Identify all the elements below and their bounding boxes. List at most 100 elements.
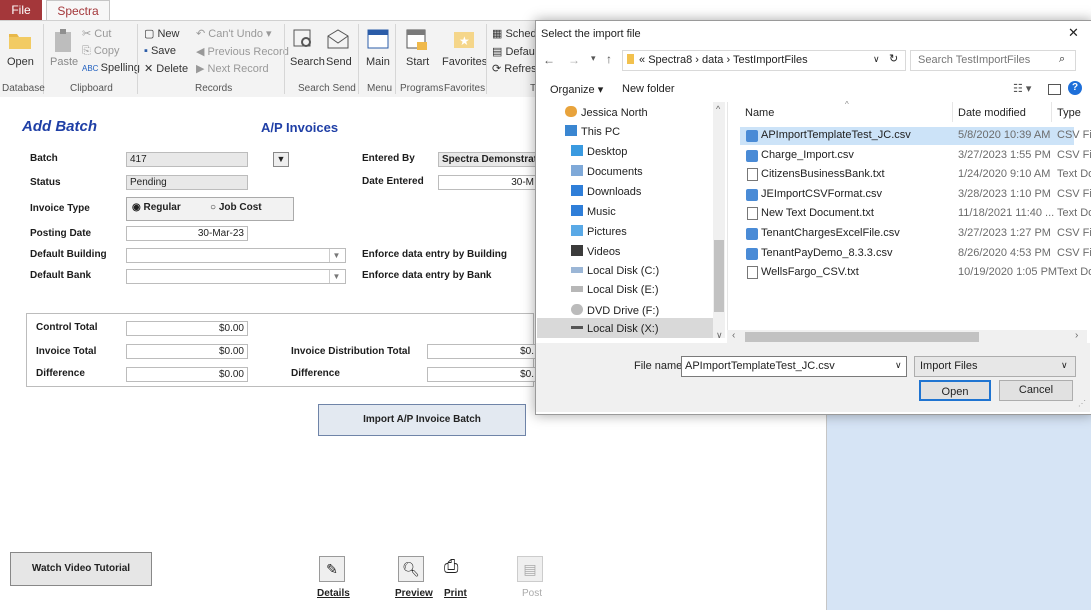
job-cost-radio[interactable]: ○ Job Cost bbox=[210, 202, 262, 213]
file-row[interactable]: JEImportCSVFormat.csv 3/28/2023 1:10 PM CS… bbox=[740, 188, 1091, 203]
organize-button[interactable]: Organize ▾ bbox=[550, 83, 603, 96]
open-button[interactable]: Open bbox=[7, 56, 34, 68]
nav-item-music[interactable]: Music bbox=[571, 205, 616, 218]
post-icon[interactable]: ▤ bbox=[517, 556, 543, 582]
refresh-button[interactable]: ⟳ Refres bbox=[492, 62, 537, 75]
cancel-button[interactable]: Cancel bbox=[999, 380, 1073, 401]
open-button[interactable]: Open bbox=[919, 380, 991, 401]
resize-grip-icon[interactable]: ⋰ bbox=[1078, 399, 1086, 408]
nav-item-documents[interactable]: Documents bbox=[571, 165, 643, 178]
start-icon[interactable] bbox=[405, 28, 429, 50]
download-arrow-icon[interactable]: ▼ bbox=[273, 152, 289, 167]
breadcrumb-spectra8[interactable]: Spectra8 bbox=[648, 54, 692, 66]
breadcrumb-overflow[interactable]: « bbox=[639, 54, 645, 66]
view-options-icon[interactable]: ☷ ▾ bbox=[1013, 82, 1031, 95]
date-entered-field[interactable]: 30-M bbox=[438, 175, 538, 190]
open-folder-icon[interactable] bbox=[8, 28, 32, 50]
tab-spectra[interactable]: Spectra bbox=[46, 0, 110, 21]
breadcrumb-data[interactable]: data bbox=[702, 54, 723, 66]
regular-radio[interactable]: ◉ Regular bbox=[132, 202, 181, 213]
copy-button[interactable]: ⎘ Copy bbox=[82, 45, 120, 58]
file-row[interactable]: TenantPayDemo_8.3.3.csv 8/26/2020 4:53 PM… bbox=[740, 247, 1091, 262]
preview-button[interactable]: Preview bbox=[395, 588, 433, 599]
send-button[interactable]: Send bbox=[326, 56, 352, 68]
new-button[interactable]: ▢ New bbox=[144, 27, 179, 40]
file-row[interactable]: New Text Document.txt 11/18/2021 11:40 ..… bbox=[740, 207, 1091, 222]
nav-item-videos[interactable]: Videos bbox=[571, 245, 620, 258]
nav-item-pictures[interactable]: Pictures bbox=[571, 225, 627, 238]
control-total-field[interactable]: $0.00 bbox=[126, 321, 248, 336]
previous-record-button[interactable]: ◀ Previous Record bbox=[196, 45, 289, 58]
search-button[interactable]: Search bbox=[290, 56, 325, 68]
back-arrow-icon[interactable]: ← bbox=[543, 53, 555, 67]
tab-file[interactable]: File bbox=[0, 0, 42, 20]
star-icon[interactable]: ★ bbox=[452, 28, 476, 50]
paste-button[interactable]: Paste bbox=[50, 56, 78, 68]
import-batch-button[interactable]: Import A/P Invoice Batch bbox=[318, 404, 526, 436]
file-row[interactable]: WellsFargo_CSV.txt 10/19/2020 1:05 PM Text… bbox=[740, 266, 1091, 281]
file-row[interactable]: Charge_Import.csv 3/27/2023 1:55 PM CSV Fi… bbox=[740, 149, 1091, 164]
chevron-down-icon[interactable]: ∨ bbox=[895, 360, 902, 371]
breadcrumb-testimportfiles[interactable]: TestImportFiles bbox=[733, 54, 808, 66]
nav-scroll-thumb[interactable] bbox=[714, 240, 724, 312]
search-icon[interactable]: ⌕ bbox=[1059, 53, 1065, 66]
breadcrumb[interactable]: « Spectra8 › data › TestImportFiles bbox=[639, 54, 808, 66]
file-hscroll-thumb[interactable] bbox=[745, 332, 979, 342]
default-building-select[interactable] bbox=[126, 248, 346, 263]
help-icon[interactable]: ? bbox=[1068, 81, 1082, 95]
refresh-icon[interactable]: ↻ bbox=[889, 52, 898, 65]
nav-item-downloads[interactable]: Downloads bbox=[571, 185, 641, 198]
delete-button[interactable]: ✕ Delete bbox=[144, 62, 188, 75]
chevron-down-icon[interactable]: ∨ bbox=[1061, 360, 1068, 371]
save-button[interactable]: ▪ Save bbox=[144, 45, 176, 57]
nav-item-local-disk-c[interactable]: Local Disk (C:) bbox=[571, 265, 659, 277]
posting-date-field[interactable]: 30-Mar-23 bbox=[126, 226, 248, 241]
chevron-down-icon[interactable]: ▼ bbox=[329, 270, 343, 283]
column-header-name[interactable]: Name bbox=[745, 107, 774, 119]
batch-field[interactable]: 417 bbox=[126, 152, 248, 167]
printer-icon[interactable]: ⎙ bbox=[444, 556, 458, 577]
nav-item-dvd-drive-f[interactable]: DVD Drive (F:) bbox=[571, 304, 659, 317]
up-arrow-icon[interactable]: ↑ bbox=[606, 52, 612, 66]
preview-pane-icon[interactable] bbox=[1048, 84, 1061, 95]
print-button[interactable]: Print bbox=[444, 588, 467, 599]
details-button[interactable]: Details bbox=[317, 588, 350, 599]
scroll-right-icon[interactable]: › bbox=[1075, 330, 1078, 341]
chevron-down-icon[interactable]: ▼ bbox=[329, 249, 343, 262]
nav-item-local-disk-x[interactable]: Local Disk (X:) bbox=[571, 323, 659, 335]
default-button[interactable]: ▤ Defaul bbox=[492, 45, 537, 58]
recent-chevron-icon[interactable]: ▾ bbox=[591, 53, 596, 64]
new-folder-button[interactable]: New folder bbox=[622, 83, 675, 95]
scroll-down-icon[interactable]: ∨ bbox=[716, 330, 723, 341]
file-row[interactable]: APImportTemplateTest_JC.csv 5/8/2020 10:3… bbox=[740, 129, 1091, 144]
details-icon[interactable]: ✎ bbox=[319, 556, 345, 582]
spelling-button[interactable]: ABC Spelling bbox=[82, 62, 140, 74]
search-icon[interactable] bbox=[293, 28, 317, 50]
nav-item-jessica-north[interactable]: Jessica North bbox=[565, 106, 648, 119]
nav-item-this-pc[interactable]: This PC bbox=[565, 125, 620, 138]
close-icon[interactable]: ✕ bbox=[1068, 25, 1079, 41]
scroll-left-icon[interactable]: ‹ bbox=[732, 330, 735, 341]
file-row[interactable]: TenantChargesExcelFile.csv 3/27/2023 1:27… bbox=[740, 227, 1091, 242]
send-icon[interactable] bbox=[326, 28, 350, 50]
start-button[interactable]: Start bbox=[406, 56, 429, 68]
cut-button[interactable]: ✂ Cut bbox=[82, 27, 111, 40]
post-button[interactable]: Post bbox=[522, 588, 542, 599]
nav-item-local-disk-e[interactable]: Local Disk (E:) bbox=[571, 284, 659, 296]
preview-icon[interactable]: 🔍︎ bbox=[398, 556, 424, 582]
main-button[interactable]: Main bbox=[366, 56, 390, 68]
forward-arrow-icon[interactable]: → bbox=[568, 53, 580, 67]
column-header-date[interactable]: Date modified bbox=[958, 107, 1026, 119]
main-menu-icon[interactable] bbox=[366, 28, 390, 50]
column-header-type[interactable]: Type bbox=[1057, 107, 1081, 119]
file-row[interactable]: CitizensBusinessBank.txt 1/24/2020 9:10 A… bbox=[740, 168, 1091, 183]
favorites-button[interactable]: Favorites bbox=[442, 56, 487, 68]
default-bank-select[interactable] bbox=[126, 269, 346, 284]
next-record-button[interactable]: ▶ Next Record bbox=[196, 62, 269, 75]
watch-video-button[interactable]: Watch Video Tutorial bbox=[10, 552, 152, 586]
undo-button[interactable]: ↶ Can't Undo ▾ bbox=[196, 27, 272, 40]
paste-icon[interactable] bbox=[52, 28, 76, 52]
scroll-up-icon[interactable]: ^ bbox=[716, 104, 720, 114]
nav-item-desktop[interactable]: Desktop bbox=[571, 145, 627, 158]
address-chevron-icon[interactable]: ∨ bbox=[873, 54, 880, 65]
